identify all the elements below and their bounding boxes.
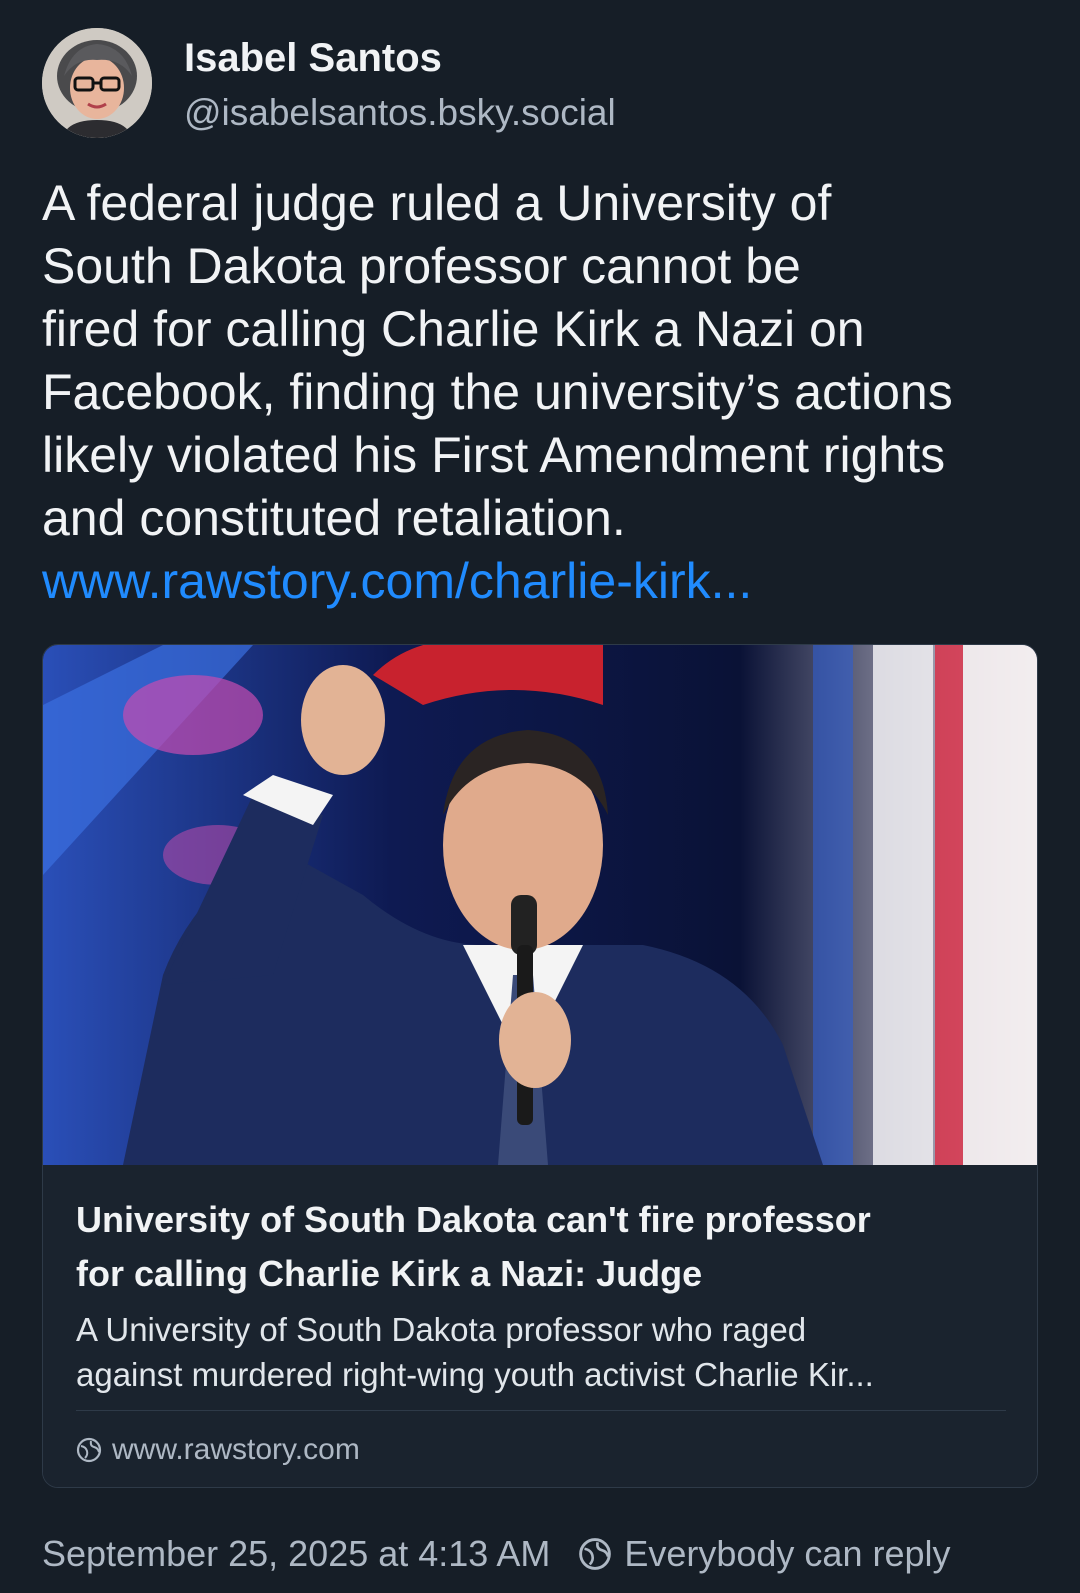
- link-card-domain-text: www.rawstory.com: [112, 1433, 360, 1466]
- post-text-line: fired for calling Charlie Kirk a Nazi on: [42, 301, 865, 357]
- link-card-title-line: for calling Charlie Kirk a Nazi: Judge: [76, 1253, 703, 1294]
- article-photo-illustration: [43, 645, 1037, 1165]
- post-timestamp: September 25, 2025 at 4:13 AM: [42, 1533, 551, 1574]
- post-text-line: and constituted retaliation.: [42, 490, 626, 546]
- author-display-name[interactable]: Isabel Santos: [184, 36, 442, 81]
- link-card-description: A University of South Dakota professor w…: [76, 1307, 1016, 1397]
- link-card-description-line: against murdered right-wing youth activi…: [76, 1356, 874, 1393]
- reply-setting[interactable]: Everybody can reply: [624, 1533, 950, 1575]
- post-link[interactable]: www.rawstory.com/charlie-kirk...: [42, 552, 752, 610]
- avatar-illustration: [42, 28, 152, 138]
- post-footer: September 25, 2025 at 4:13 AM Everybody …: [42, 1533, 951, 1575]
- link-card-domain: www.rawstory.com: [76, 1433, 360, 1467]
- author-handle[interactable]: @isabelsantos.bsky.social: [184, 92, 616, 134]
- post-text-line: likely violated his First Amendment righ…: [42, 427, 946, 483]
- avatar[interactable]: [42, 28, 152, 138]
- globe-icon: [76, 1437, 102, 1463]
- post-text-line: South Dakota professor cannot be: [42, 238, 801, 294]
- post-text-line: A federal judge ruled a University of: [42, 175, 832, 231]
- post-text: A federal judge ruled a University of So…: [42, 172, 1052, 550]
- globe-icon: [579, 1538, 612, 1570]
- link-card-divider: [76, 1410, 1006, 1411]
- post-text-line: Facebook, finding the university’s actio…: [42, 364, 953, 420]
- link-card-body: University of South Dakota can't fire pr…: [43, 1165, 1037, 1487]
- link-card[interactable]: University of South Dakota can't fire pr…: [42, 644, 1038, 1488]
- link-card-title: University of South Dakota can't fire pr…: [76, 1193, 1016, 1301]
- link-card-title-line: University of South Dakota can't fire pr…: [76, 1199, 871, 1240]
- link-card-description-line: A University of South Dakota professor w…: [76, 1311, 807, 1348]
- article-photo[interactable]: [43, 645, 1037, 1165]
- post: Isabel Santos @isabelsantos.bsky.social …: [0, 0, 1080, 1593]
